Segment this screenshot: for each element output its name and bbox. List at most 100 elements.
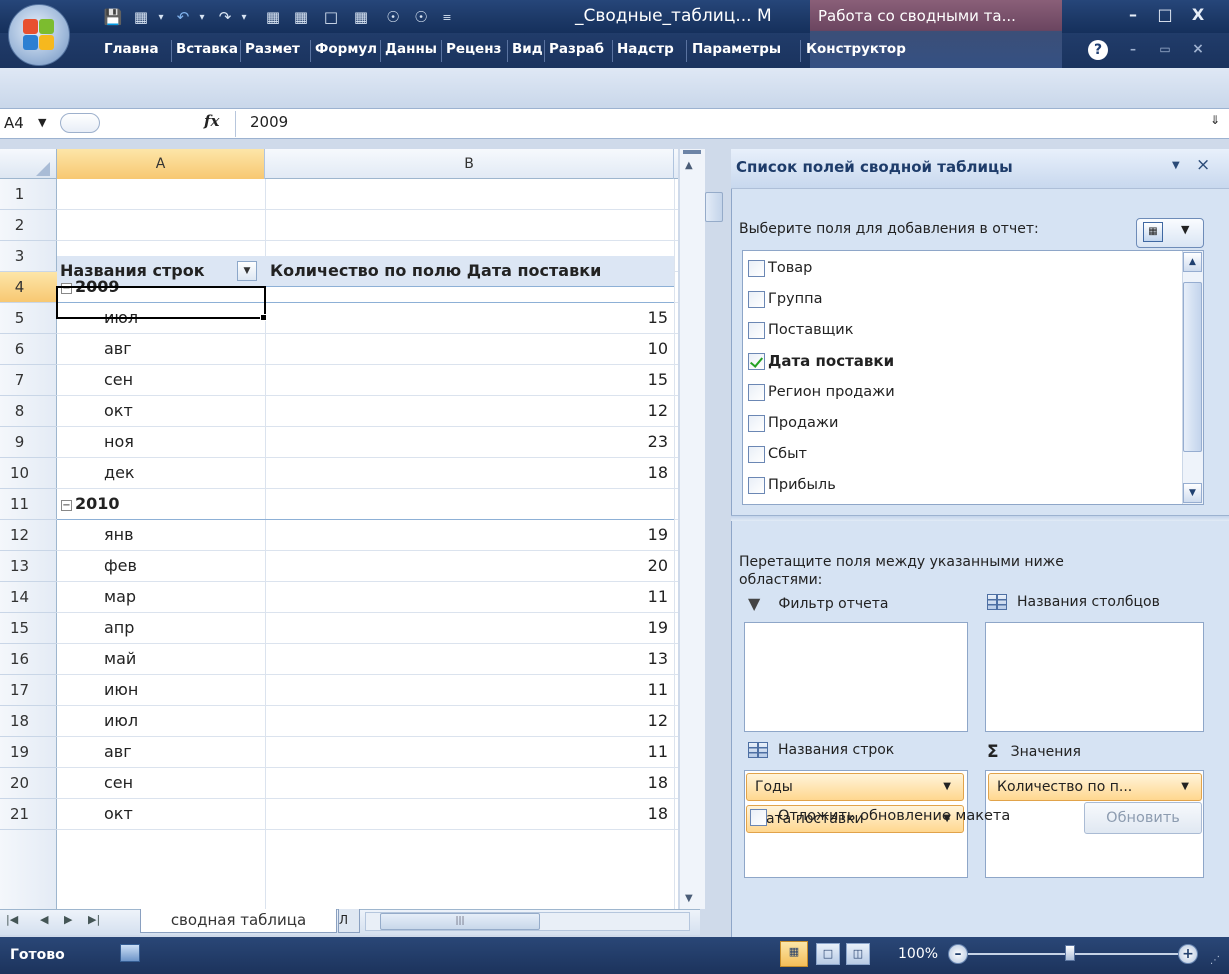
field-item[interactable]: Дата поставки	[748, 346, 894, 376]
pivot-count-cell[interactable]: 19	[265, 613, 668, 643]
zoom-out-icon[interactable]: –	[948, 944, 968, 964]
pivot-month-cell[interactable]: окт	[104, 799, 259, 829]
row-field-chip[interactable]: Годы ▼	[746, 773, 964, 801]
pane-splitter[interactable]	[731, 515, 1229, 521]
field-checkbox[interactable]	[748, 259, 765, 277]
row-header-9[interactable]: 9	[0, 427, 57, 458]
pivot-year-group[interactable]: −2010	[59, 489, 259, 519]
pivot-month-cell[interactable]: апр	[104, 613, 259, 643]
redo-icon[interactable]: ↷	[214, 7, 236, 27]
pivot-count-cell[interactable]: 15	[265, 365, 668, 395]
vertical-scrollbar-thumb[interactable]	[705, 192, 723, 222]
previous-sheet-icon[interactable]: ◀	[40, 913, 48, 926]
last-sheet-icon[interactable]: ▶|	[88, 913, 100, 926]
row-header-12[interactable]: 12	[0, 520, 57, 551]
pivot-month-cell[interactable]: янв	[104, 520, 259, 550]
row-header-3[interactable]: 3	[0, 241, 57, 272]
chevron-down-icon[interactable]: ▾	[196, 7, 208, 27]
normal-view-icon[interactable]: ▦	[780, 941, 808, 967]
ribbon-restore-button[interactable]: ▭	[1150, 38, 1180, 60]
save-icon[interactable]: 💾	[103, 7, 123, 27]
scroll-up-icon[interactable]: ▲	[685, 160, 693, 171]
fill-handle[interactable]	[260, 314, 267, 321]
pivot-month-cell[interactable]: ноя	[104, 427, 259, 457]
pivot-month-cell[interactable]: сен	[104, 365, 259, 395]
row-header-8[interactable]: 8	[0, 396, 57, 427]
insert-rows-icon[interactable]: ▦	[262, 7, 284, 27]
pivot-count-cell[interactable]: 13	[265, 644, 668, 674]
field-checkbox[interactable]	[748, 383, 765, 401]
pivot-month-cell[interactable]: июл	[104, 706, 259, 736]
tab-insert[interactable]: Вставка	[176, 41, 240, 61]
pivot-count-cell[interactable]: 11	[265, 582, 668, 612]
column-header-a[interactable]: A	[57, 149, 265, 179]
row-header-5[interactable]: 5	[0, 303, 57, 334]
table-icon[interactable]: ▦	[350, 7, 372, 27]
pivot-month-cell[interactable]: мар	[104, 582, 259, 612]
ribbon-minimize-button[interactable]: –	[1118, 38, 1148, 60]
pivot-month-cell[interactable]: сен	[104, 768, 259, 798]
tab-home[interactable]: Главна	[104, 41, 168, 61]
pivot-count-cell[interactable]: 12	[265, 396, 668, 426]
pivot-month-cell[interactable]: фев	[104, 551, 259, 581]
pivot-month-cell[interactable]: июн	[104, 675, 259, 705]
pivot-count-cell[interactable]: 19	[265, 520, 668, 550]
pivot-count-cell[interactable]: 23	[265, 427, 668, 457]
report-filter-drop-area[interactable]	[744, 622, 968, 732]
pivot-count-cell[interactable]: 10	[265, 334, 668, 364]
scroll-up-icon[interactable]: ▲	[1183, 252, 1202, 272]
sheet-tab-next[interactable]: Л	[338, 909, 360, 933]
print-preview-icon[interactable]: □	[320, 7, 342, 27]
field-checkbox[interactable]	[748, 476, 765, 494]
defer-update-checkbox[interactable]	[750, 809, 767, 826]
row-header-14[interactable]: 14	[0, 582, 57, 613]
tab-page-layout[interactable]: Размет	[245, 41, 309, 61]
undo-icon[interactable]: ↶	[172, 7, 194, 27]
scroll-down-icon[interactable]: ▼	[685, 893, 693, 904]
tab-review[interactable]: Реценз	[446, 41, 506, 61]
pivot-month-cell[interactable]: дек	[104, 458, 259, 488]
pivot-month-cell[interactable]: май	[104, 644, 259, 674]
selected-cell-a4[interactable]	[56, 286, 266, 319]
field-checkbox[interactable]	[748, 414, 765, 432]
delete-rows-icon[interactable]: ▦	[290, 7, 312, 27]
close-icon[interactable]: ×	[1196, 155, 1210, 175]
pivot-count-cell[interactable]: 11	[265, 675, 668, 705]
row-header-10[interactable]: 10	[0, 458, 57, 489]
pivot-count-cell[interactable]: 20	[265, 551, 668, 581]
zoom-in-icon[interactable]: +	[1178, 944, 1198, 964]
expand-formula-bar-icon[interactable]: ⇓	[1210, 113, 1220, 127]
chevron-down-icon[interactable]: ▼	[943, 774, 951, 800]
workbook-close-button[interactable]: ×	[1183, 38, 1213, 60]
pivot-count-cell[interactable]: 12	[265, 706, 668, 736]
macro-record-icon[interactable]	[120, 944, 140, 962]
name-box[interactable]: A4	[4, 114, 24, 132]
split-box[interactable]	[683, 150, 701, 154]
row-header-13[interactable]: 13	[0, 551, 57, 582]
scroll-down-icon[interactable]: ▼	[1183, 483, 1202, 503]
row-header-17[interactable]: 17	[0, 675, 57, 706]
row-header-19[interactable]: 19	[0, 737, 57, 768]
value-field-chip[interactable]: Количество по п... ▼	[988, 773, 1202, 801]
field-list-scroll-thumb[interactable]	[1183, 282, 1202, 452]
field-item[interactable]: Товар	[748, 253, 812, 283]
field-item[interactable]: Группа	[748, 284, 822, 314]
row-header-11[interactable]: 11	[0, 489, 57, 520]
field-item[interactable]: Сбыт	[748, 439, 807, 469]
row-header-16[interactable]: 16	[0, 644, 57, 675]
tab-data[interactable]: Данны	[385, 41, 441, 61]
page-break-view-icon[interactable]: ◫	[846, 943, 870, 965]
forward-icon[interactable]: ☉	[410, 7, 432, 27]
collapse-icon[interactable]: −	[61, 500, 72, 511]
row-header-1[interactable]: 1	[0, 179, 57, 210]
pivot-count-cell[interactable]: 18	[265, 458, 668, 488]
field-item[interactable]: Поставщик	[748, 315, 853, 345]
field-checkbox[interactable]	[748, 321, 765, 339]
row-header-4[interactable]: 4	[0, 272, 57, 303]
office-button[interactable]	[8, 4, 70, 66]
chevron-down-icon[interactable]: ▼	[38, 116, 46, 129]
tab-addins[interactable]: Надстр	[617, 41, 683, 61]
pivot-count-cell[interactable]: 18	[265, 799, 668, 829]
pivot-count-cell[interactable]: 18	[265, 768, 668, 798]
row-header-7[interactable]: 7	[0, 365, 57, 396]
